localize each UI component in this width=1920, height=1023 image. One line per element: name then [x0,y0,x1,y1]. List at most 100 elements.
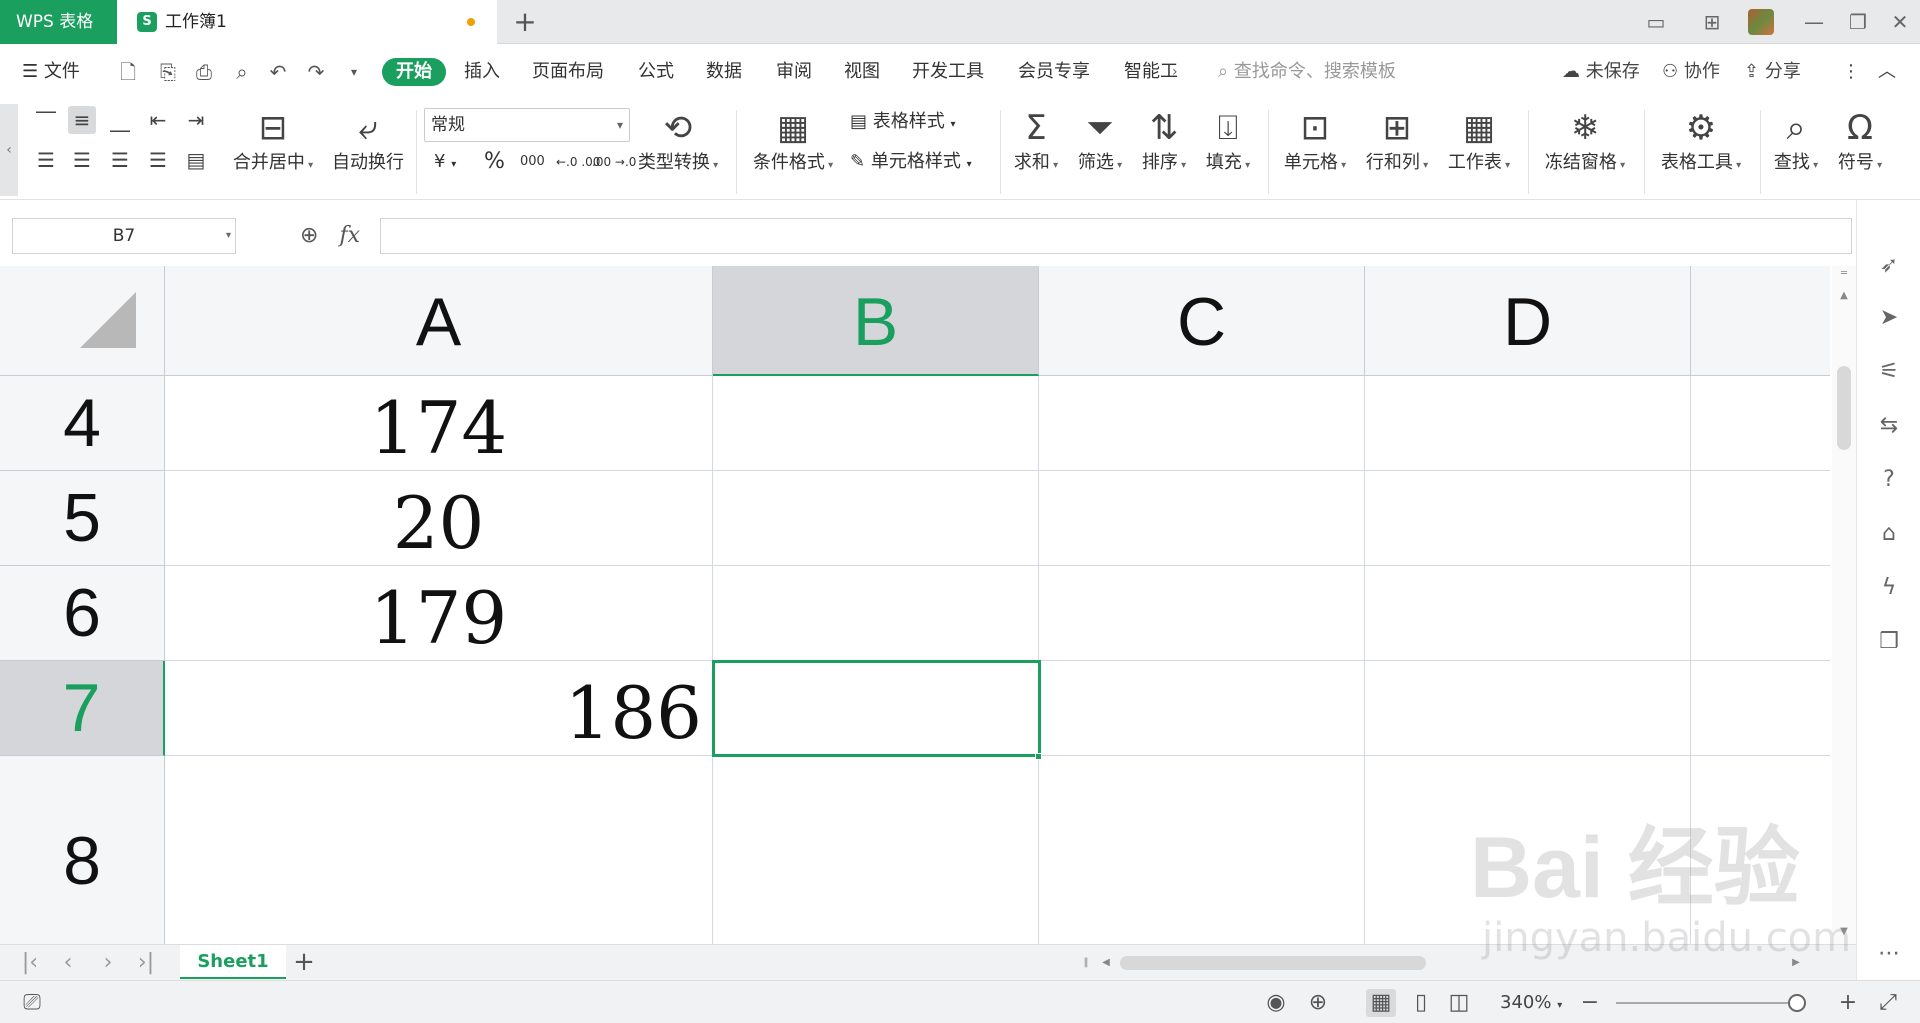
cell-d6[interactable] [1365,566,1691,661]
cell-a7[interactable]: 186 [165,661,713,756]
store-icon[interactable]: ⌂ [1875,520,1903,548]
row-header[interactable]: 5 [0,471,165,566]
grid-view-icon[interactable]: ⊞ [1700,10,1724,34]
redo-icon[interactable]: ↷ [304,60,328,84]
undo-icon[interactable]: ↶ [266,60,290,84]
more-tabs-chevron-icon[interactable]: › [1172,58,1178,86]
align-center-icon[interactable]: ☰ [68,146,96,174]
more-options-icon[interactable]: ⋮ [1842,58,1860,86]
fx-icon[interactable]: fx [339,223,360,248]
collapse-ribbon-icon[interactable]: ︿ [1878,58,1896,86]
zoom-in-icon[interactable]: + [1836,989,1860,1017]
cell-e5[interactable] [1691,471,1830,566]
row-header[interactable]: 8 [0,756,165,944]
tab-member[interactable]: 会员专享 [1018,58,1090,86]
next-sheet-icon[interactable]: › [96,949,120,977]
scroll-up-icon[interactable]: ▲ [1832,290,1856,301]
cell-a8[interactable] [165,756,713,944]
macro-record-icon[interactable]: ⎚ [18,989,46,1017]
name-box[interactable]: B7 [12,218,236,254]
help-icon[interactable]: ? [1875,466,1903,494]
cell-c8[interactable] [1039,756,1365,944]
zoom-out-icon[interactable]: − [1578,989,1602,1017]
cell-d8[interactable] [1365,756,1691,944]
cell-e7[interactable] [1691,661,1830,756]
command-search[interactable]: ⌕ 查找命令、搜索模板 [1218,58,1396,86]
fullscreen-icon[interactable]: ⤢ [1874,989,1902,1017]
decrease-indent-icon[interactable]: ⇤ [144,106,172,134]
add-sheet-button[interactable]: + [290,947,318,977]
cell-e8[interactable] [1691,756,1830,944]
number-format-select[interactable]: 常规 [424,108,630,142]
increase-indent-icon[interactable]: ⇥ [182,106,210,134]
zoom-level[interactable]: 340% ▾ [1500,989,1562,1020]
align-right-icon[interactable]: ☰ [106,146,134,174]
cell-d4[interactable] [1365,376,1691,471]
file-menu[interactable]: ☰ 文件 [22,58,80,86]
page-count-icon[interactable]: ▭ [1644,10,1668,34]
tab-smart[interactable]: 智能工 [1124,58,1178,86]
horizontal-scrollbar[interactable]: ‖ ◀ ▶ [1084,951,1806,975]
row-header[interactable]: 4 [0,376,165,471]
align-middle-icon[interactable]: ≡ [68,106,96,134]
minimize-icon[interactable]: — [1802,10,1826,34]
close-icon[interactable]: ✕ [1888,10,1912,34]
vertical-scroll-thumb[interactable] [1837,366,1851,450]
print-icon[interactable]: ⎙ [192,60,216,84]
select-all-corner[interactable] [0,266,165,376]
zoom-slider-knob[interactable] [1788,994,1806,1012]
cell-c7[interactable] [1039,661,1365,756]
cell-b6[interactable] [713,566,1039,661]
cell-a4[interactable]: 174 [165,376,713,471]
worksheet-button[interactable]: ▦ 工作表 [1444,106,1514,179]
freeze-panes-button[interactable]: ❄ 冻结窗格 [1540,106,1630,179]
tab-insert[interactable]: 插入 [464,58,500,86]
cursor-icon[interactable]: ➤ [1875,304,1903,332]
more-dropdown-icon[interactable]: ▾ [342,60,366,84]
table-tools-button[interactable]: ⚙ 表格工具 [1656,106,1746,179]
vertical-scrollbar[interactable]: ═ ▲ ▼ [1832,266,1856,944]
cell-e4[interactable] [1691,376,1830,471]
cell-e6[interactable] [1691,566,1830,661]
cell-b4[interactable] [713,376,1039,471]
prev-sheet-icon[interactable]: ‹ [56,949,80,977]
symbol-button[interactable]: Ω 符号 [1834,106,1886,179]
share-button[interactable]: ⇪ 分享 [1744,58,1801,86]
eye-protection-icon[interactable]: ◉ [1262,989,1290,1017]
scroll-split-icon[interactable]: ═ [1832,268,1856,279]
scroll-left-icon[interactable]: ◀ [1096,951,1116,975]
zoom-formula-icon[interactable]: ⊕ [300,223,318,248]
cell-c6[interactable] [1039,566,1365,661]
rocket-icon[interactable]: ➶ [1875,252,1903,280]
export-icon[interactable]: ⎘ [156,60,180,84]
save-icon[interactable]: 🗋 [116,60,140,84]
sum-button[interactable]: Σ 求和 [1010,106,1062,179]
tab-page-layout[interactable]: 页面布局 [532,58,604,86]
cell-c5[interactable] [1039,471,1365,566]
first-sheet-icon[interactable]: |‹ [18,949,42,977]
filter-button[interactable]: ⏷ 筛选 [1074,106,1126,179]
sheet-tab[interactable]: Sheet1 [180,945,286,979]
transform-icon[interactable]: ⇆ [1875,412,1903,440]
scroll-right-icon[interactable]: ▶ [1786,951,1806,975]
avatar[interactable] [1748,9,1774,35]
restore-icon[interactable]: ❐ [1846,10,1870,34]
type-convert-button[interactable]: ⟲ 类型转换 [634,106,722,179]
print-preview-icon[interactable]: ⌕ [230,60,254,84]
tab-formula[interactable]: 公式 [638,58,674,86]
align-left-icon[interactable]: ☰ [32,146,60,174]
last-sheet-icon[interactable]: ›| [134,949,158,977]
cell-d7[interactable] [1365,661,1691,756]
row-header[interactable]: 6 [0,566,165,661]
auto-wrap-button[interactable]: ⤶ 自动换行 [330,106,406,179]
table-style-button[interactable]: ▤ 表格样式 ▾ [850,108,956,139]
row-header[interactable]: 7 [0,661,165,756]
active-cell-border[interactable] [712,660,1041,757]
thousands-button[interactable]: 000 [520,148,545,176]
merge-center-button[interactable]: ⊟ 合并居中 [230,106,316,179]
align-bottom-icon[interactable]: ⎽ [106,106,134,134]
more-sidebar-icon[interactable]: ⋯ [1875,940,1903,968]
cell-a6[interactable]: 179 [165,566,713,661]
page-layout-view-icon[interactable]: ▯ [1406,989,1436,1017]
new-tab-button[interactable]: + [510,0,540,44]
